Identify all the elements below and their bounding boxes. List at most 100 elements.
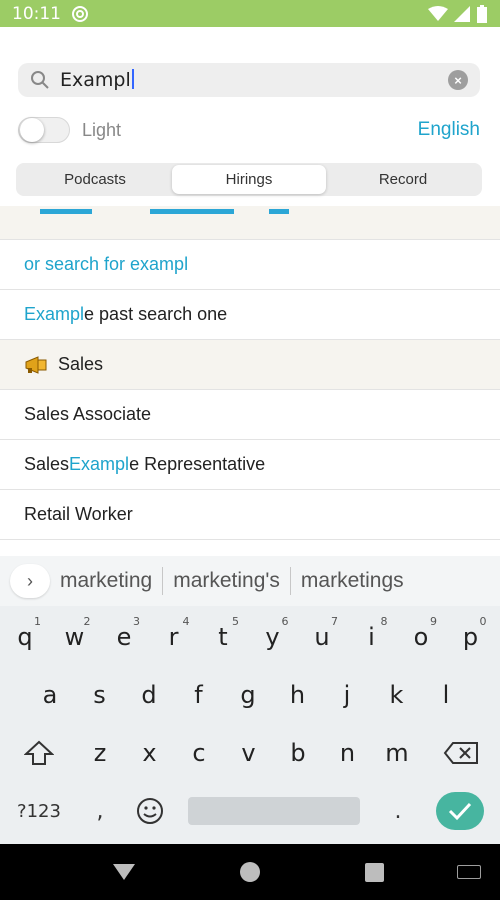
key-v[interactable]: v [229, 728, 269, 778]
key-d[interactable]: d [129, 670, 169, 720]
key-m[interactable]: m [377, 728, 417, 778]
segmented-tabs: Podcasts Hirings Record [16, 163, 482, 196]
search-input[interactable]: Exampl [60, 69, 134, 91]
emoji-key[interactable] [134, 794, 166, 828]
light-toggle[interactable] [18, 117, 70, 143]
key-a[interactable]: a [30, 670, 70, 720]
key-s[interactable]: s [80, 670, 120, 720]
key-label: r [168, 623, 179, 651]
theme-toggle-row: Light English [18, 115, 480, 145]
language-selector[interactable]: English [418, 119, 480, 141]
key-n[interactable]: n [328, 728, 368, 778]
navigation-bar [0, 844, 500, 900]
tab-podcasts[interactable]: Podcasts [18, 165, 172, 194]
past-search-row[interactable]: Exampl e past search one [0, 290, 500, 340]
key-hint: 4 [182, 615, 190, 628]
key-hint: 7 [331, 615, 338, 628]
keyboard-row-1: q1w2e3r4t5y6u7i8o9p0 [0, 612, 500, 662]
key-p[interactable]: p0 [451, 612, 491, 662]
key-label: e [116, 623, 132, 651]
suggestion-word[interactable]: marketing [50, 569, 162, 593]
enter-key[interactable] [436, 792, 484, 830]
toggle-knob [20, 118, 44, 142]
suggestion-word[interactable]: marketing's [163, 569, 290, 593]
list-spacer [0, 540, 500, 556]
key-g[interactable]: g [228, 670, 268, 720]
search-results-list: or search for exampl Exampl e past search… [0, 240, 500, 556]
list-item[interactable]: Retail Worker [0, 490, 500, 540]
megaphone-icon [25, 355, 47, 374]
tab-hirings[interactable]: Hirings [172, 165, 326, 194]
key-hint: 5 [232, 615, 239, 628]
recent-apps-icon[interactable] [365, 863, 384, 882]
status-bar: 10:11 [0, 0, 500, 27]
key-label: t [218, 623, 228, 651]
clear-search-icon[interactable]: × [448, 70, 468, 90]
wifi-icon [428, 5, 448, 21]
key-label: w [64, 623, 85, 651]
content-bar [40, 209, 92, 214]
search-for-query-row[interactable]: or search for exampl [0, 240, 500, 290]
key-q[interactable]: q1 [5, 612, 45, 662]
scrolled-content-strip [0, 206, 500, 240]
key-r[interactable]: r4 [154, 612, 194, 662]
soft-keyboard: › marketing marketing's marketings q1w2e… [0, 556, 500, 844]
key-hint: 3 [133, 615, 140, 628]
keyboard-switch-icon[interactable] [457, 865, 481, 879]
backspace-key[interactable] [438, 728, 484, 778]
search-bar[interactable]: Exampl × [18, 63, 480, 97]
list-item[interactable]: Sales Exampl e Representative [0, 440, 500, 490]
content-bar [150, 209, 234, 214]
key-label: p [462, 623, 479, 651]
keyboard-row-3: zxcvbnm [0, 728, 500, 778]
shift-key[interactable] [18, 728, 60, 778]
expand-suggestions-icon[interactable]: › [10, 564, 50, 598]
key-b[interactable]: b [278, 728, 318, 778]
key-x[interactable]: x [130, 728, 170, 778]
key-h[interactable]: h [278, 670, 318, 720]
period-key[interactable]: . [386, 792, 410, 830]
content-bar [269, 209, 289, 214]
key-label: i [368, 623, 375, 651]
key-hint: 0 [479, 615, 487, 628]
emoji-icon [137, 798, 163, 824]
key-c[interactable]: c [179, 728, 219, 778]
search-icon [31, 71, 49, 89]
home-icon[interactable] [240, 862, 260, 882]
sync-icon [72, 5, 88, 22]
signal-icon [454, 5, 470, 22]
list-item[interactable]: Sales Associate [0, 390, 500, 440]
key-i[interactable]: i8 [352, 612, 392, 662]
key-u[interactable]: u7 [302, 612, 342, 662]
check-icon [448, 802, 472, 821]
key-t[interactable]: t5 [203, 612, 243, 662]
key-k[interactable]: k [377, 670, 417, 720]
keyboard-row-2: asdfghjkl [0, 670, 500, 720]
key-hint: 1 [34, 615, 41, 628]
key-label: u [314, 623, 330, 651]
key-y[interactable]: y6 [253, 612, 293, 662]
shift-icon [24, 740, 54, 765]
comma-key[interactable]: , [88, 792, 112, 830]
text-caret [131, 69, 134, 89]
key-f[interactable]: f [179, 670, 219, 720]
suggestion-word[interactable]: marketings [291, 569, 414, 593]
key-l[interactable]: l [426, 670, 466, 720]
battery-icon [477, 4, 487, 23]
past-search-rest: e past search one [84, 304, 228, 324]
key-label: y [265, 623, 280, 651]
key-o[interactable]: o9 [401, 612, 441, 662]
item-text-before: Sales [24, 454, 70, 474]
key-hint: 6 [281, 615, 289, 628]
space-key[interactable] [188, 797, 360, 825]
key-w[interactable]: w2 [55, 612, 95, 662]
key-j[interactable]: j [327, 670, 367, 720]
tab-record[interactable]: Record [326, 165, 480, 194]
key-z[interactable]: z [80, 728, 120, 778]
toggle-label: Light [82, 119, 122, 140]
symbols-key[interactable]: ?123 [10, 796, 68, 826]
back-icon[interactable] [113, 864, 135, 880]
key-hint: 9 [430, 615, 437, 628]
match-highlight: Exampl [69, 454, 130, 474]
key-e[interactable]: e3 [104, 612, 144, 662]
